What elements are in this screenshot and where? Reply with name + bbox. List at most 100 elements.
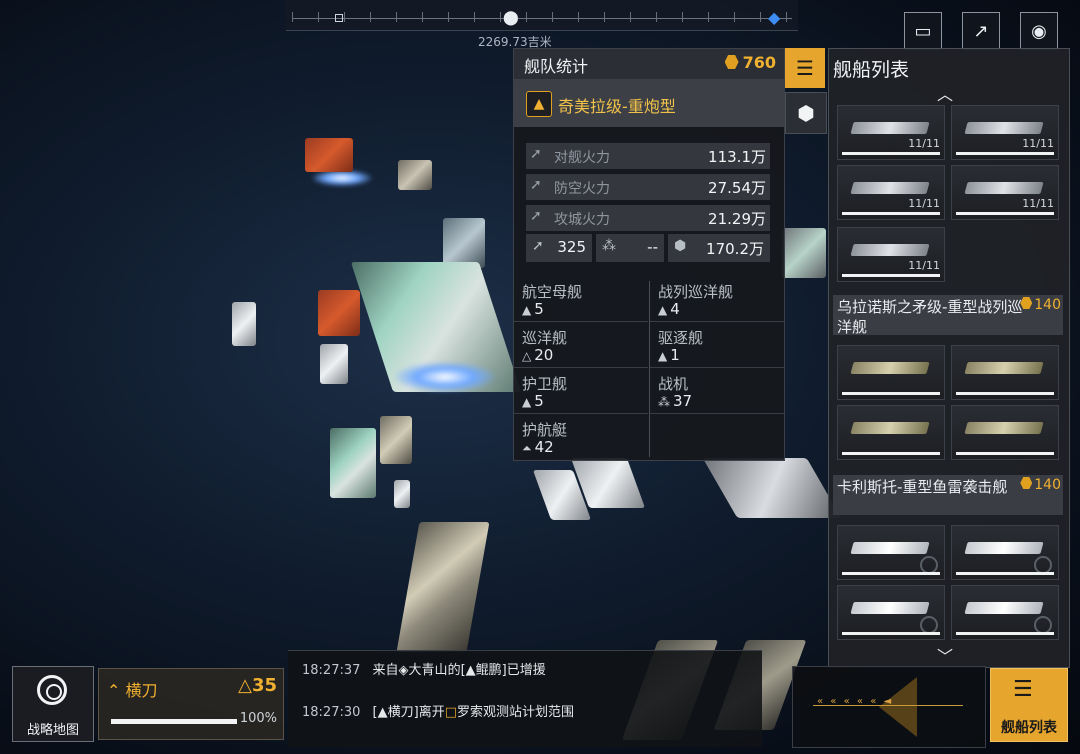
scale-baseline [292, 18, 792, 19]
ship-group-header[interactable]: 乌拉诺斯之矛级-重型战列巡洋舰 140 [833, 295, 1063, 336]
engine-glow [395, 362, 495, 392]
flagship-name: 奇美拉级-重炮型 [558, 97, 676, 116]
fighter-cell: ⁂ -- [596, 234, 664, 262]
ship-count: 11/11 [1022, 197, 1054, 210]
ship-image [850, 122, 930, 134]
ship-red-2[interactable] [318, 290, 360, 336]
ship-image [964, 422, 1044, 434]
class-name: 巡洋舰 [522, 329, 568, 347]
cube-icon: ⬢ [797, 101, 815, 125]
ship-grey-1[interactable] [398, 160, 432, 190]
ship-white-3[interactable] [394, 480, 410, 508]
flagship-row[interactable]: ▲ 奇美拉级-重炮型 [514, 79, 784, 127]
ship-teal-1[interactable] [330, 428, 376, 498]
ship-list-button-label: 舰船列表 [1001, 720, 1057, 736]
chat-screen-button[interactable]: ▭ [904, 12, 942, 50]
class-count: ▲ 5 [522, 392, 544, 410]
ship-list-title: 舰船列表 [833, 59, 910, 81]
ship-grey-4[interactable] [782, 228, 826, 278]
tab-fleet-stats[interactable]: ☰ [785, 48, 825, 88]
rank-icon: ▲ [465, 663, 476, 678]
ship-card[interactable] [951, 345, 1059, 400]
ship-card[interactable] [837, 585, 945, 640]
ship-list-panel: 舰船列表 ︿ 11/11 11/11 11/11 11/11 11/11 乌拉诺… [828, 48, 1070, 668]
class-count: ⁂ 37 [658, 392, 692, 410]
ship-image [850, 182, 930, 194]
tab-ship-model[interactable]: ⬢ [785, 92, 827, 134]
stat-label: 对舰火力 [554, 150, 610, 166]
message-text: ]离开 [413, 705, 445, 720]
battlecruiser-icon: ▲ [658, 303, 668, 317]
message-text: 罗索观测站计划范围 [457, 705, 575, 720]
hp-bar [842, 212, 940, 215]
ship-group-header[interactable]: 卡利斯托-重型鱼雷袭击舰 140 [833, 475, 1063, 515]
destroyer-icon: ▲ [658, 349, 668, 363]
ship-image [850, 362, 930, 374]
fleet-stats-header: 舰队统计 760 [514, 49, 784, 79]
ship-group-cost: 140 [1020, 477, 1061, 493]
message-log[interactable]: 18:27:37 来自◈大青山的[▲鲲鹏]已增援 18:27:30 [▲横刀]离… [288, 650, 762, 747]
list-icon: ☰ [796, 56, 814, 80]
external-link-icon: ↗ [973, 20, 989, 42]
ship-red-1[interactable] [305, 138, 353, 172]
share-button[interactable]: ↗ [962, 12, 1000, 50]
ship-white-2[interactable] [320, 344, 348, 384]
ship-tan-1[interactable] [380, 416, 412, 464]
class-escort: 护航艇 ⏶ 42 [514, 415, 648, 459]
ship-card[interactable]: 11/11 [837, 105, 945, 160]
class-name: 战机 [658, 375, 689, 393]
hp-bar [956, 392, 1054, 395]
ship-group-cost-value: 140 [1034, 297, 1061, 313]
ship-card[interactable] [951, 525, 1059, 580]
view-cone [879, 677, 917, 737]
ship-grey-3[interactable] [702, 458, 842, 518]
mini-stats-row: ➚ 325 ⁂ -- ⬢ 170.2万 [526, 234, 770, 262]
class-count-value: 42 [534, 438, 554, 456]
hp-value: 170.2万 [706, 240, 764, 258]
class-divider [649, 281, 650, 457]
message-text: ]已增援 [501, 663, 546, 678]
class-count-value: 5 [534, 300, 544, 318]
view-toggle-button[interactable]: ◉ [1020, 12, 1058, 50]
ship-card[interactable] [837, 345, 945, 400]
fleet-cost-value: 760 [742, 53, 776, 72]
ship-card[interactable] [837, 525, 945, 580]
strategy-map-button[interactable]: 战略地图 [12, 666, 94, 742]
ship-image [964, 602, 1044, 614]
ship-tan-2[interactable] [396, 522, 490, 652]
start-marker-icon [335, 14, 343, 22]
ship-count: 11/11 [908, 259, 940, 272]
fleet-name-text: 横刀 [125, 681, 158, 700]
fleet-marker-icon[interactable]: ◆ [768, 8, 780, 27]
diamond-icon: ◈ [398, 663, 409, 678]
minimap[interactable]: « « « « « ◄ [792, 666, 986, 748]
ship-card[interactable] [951, 405, 1059, 460]
target-icon [37, 675, 67, 705]
strategy-map-label: 战略地图 [26, 723, 79, 738]
fleet-card[interactable]: ⌃ 横刀 △35 100% [98, 668, 284, 740]
ship-card[interactable]: 11/11 [951, 165, 1059, 220]
ship-card[interactable] [951, 585, 1059, 640]
escort-icon: ⏶ [522, 441, 532, 455]
ship-white-1[interactable] [232, 302, 256, 346]
speed-cell: ➚ 325 [526, 234, 592, 262]
ship-card[interactable]: 11/11 [951, 105, 1059, 160]
scroll-up-icon[interactable]: ︿ [937, 81, 953, 105]
hp-bar [842, 572, 940, 575]
fighter-icon: ⁂ [658, 395, 670, 409]
ship-grey-2[interactable] [443, 218, 485, 268]
scroll-down-icon[interactable]: ﹀ [937, 643, 953, 667]
ship-card[interactable]: 11/11 [837, 227, 945, 282]
ship-group-cost-value: 140 [1034, 477, 1061, 493]
cost-icon [724, 55, 739, 69]
scale-ticks [292, 12, 792, 22]
rank-icon: ▲ [377, 705, 388, 720]
ship-list-button[interactable]: ☰ 舰船列表 [990, 668, 1068, 742]
cost-icon [1020, 477, 1033, 489]
ship-card[interactable] [837, 405, 945, 460]
class-cruiser: 巡洋舰 △ 20 [514, 323, 648, 368]
ship-count: 11/11 [908, 197, 940, 210]
ship-group-name: 乌拉诺斯之矛级-重型战列巡洋舰 [837, 298, 1023, 336]
ship-card[interactable]: 11/11 [837, 165, 945, 220]
siege-icon: ➚ [530, 208, 542, 224]
